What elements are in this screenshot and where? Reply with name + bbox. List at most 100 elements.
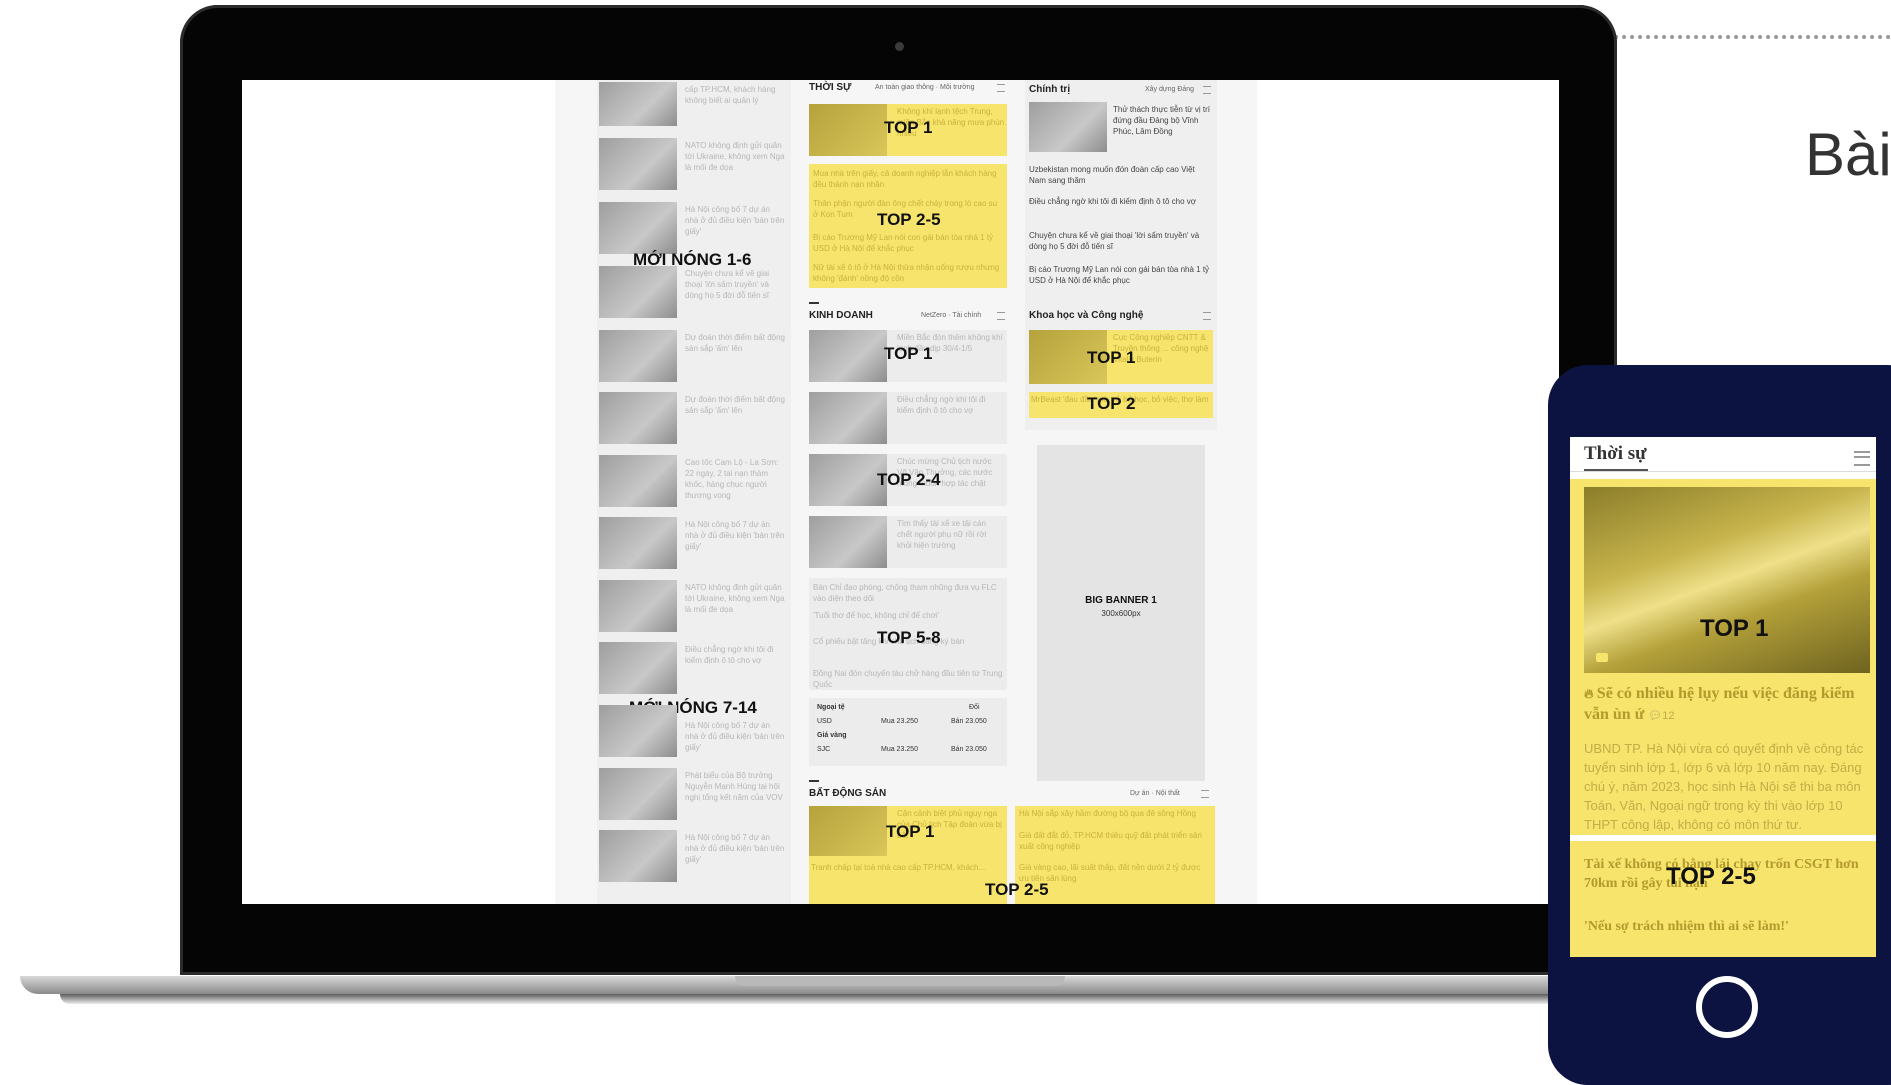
- article-title[interactable]: Điều chẳng ngờ khi tôi đi kiếm định ô tô…: [685, 644, 785, 666]
- lead-image[interactable]: [1584, 487, 1870, 673]
- phone-separator: [1570, 835, 1876, 841]
- article-thumbnail[interactable]: [809, 806, 887, 856]
- side-heading: Bài: [1805, 121, 1891, 188]
- fire-icon: 🔥︎: [1584, 686, 1597, 701]
- article-title[interactable]: Hà Nội công bố 7 dự án nhà ở đủ điều kiệ…: [685, 832, 785, 865]
- header-divider: [1570, 471, 1876, 472]
- fx-switch-button[interactable]: Đổi: [969, 704, 980, 711]
- top25-label: TOP 2-5: [877, 210, 941, 229]
- top1-label: TOP 1: [884, 344, 933, 363]
- top1-label: TOP 1: [1700, 615, 1769, 642]
- article-title[interactable]: Hà Nội công bố 7 dự án nhà ở đủ điều kiệ…: [685, 519, 785, 552]
- article-title[interactable]: Phát biểu của Bộ trưởng Nguyễn Mạnh Hùng…: [685, 770, 785, 803]
- gold-sell: Bán 23.050: [951, 746, 987, 753]
- menu-icon[interactable]: [1201, 790, 1209, 798]
- article-title[interactable]: Thử thách thực tiễn từ vị trí đứng đầu Đ…: [1113, 104, 1213, 137]
- article-title[interactable]: Đồng Nai đón chuyến tàu chở hàng đầu tiê…: [813, 668, 1003, 690]
- menu-icon[interactable]: [1203, 86, 1211, 94]
- menu-icon[interactable]: [1203, 312, 1211, 320]
- article-title[interactable]: Chuyện chưa kể về giai thoại 'lời sấm tr…: [685, 268, 785, 301]
- laptop-base-shadow: [60, 994, 1720, 1004]
- article-title[interactable]: Cao tốc Cam Lộ - La Sơn: 22 ngày, 2 tai …: [685, 457, 785, 501]
- article-title[interactable]: Bị cáo Trương Mỹ Lan nói con gái bán tòa…: [1029, 264, 1213, 286]
- article-thumbnail[interactable]: [809, 330, 887, 382]
- article-thumbnail[interactable]: [599, 266, 677, 318]
- article-title[interactable]: Hà Nội công bố 7 dự án nhà ở đủ điều kiệ…: [685, 204, 785, 237]
- article-thumbnail[interactable]: [599, 392, 677, 444]
- camera-icon: [1596, 653, 1608, 662]
- fx-currency: USD: [817, 718, 832, 725]
- menu-icon[interactable]: [1854, 451, 1870, 466]
- top1-label: TOP 1: [884, 118, 933, 137]
- section-subnav[interactable]: NetZero · Tài chính: [921, 312, 981, 319]
- article-title[interactable]: Điều chẳng ngờ khi tôi đi kiểm định ô tô…: [897, 394, 1003, 416]
- top58-label: TOP 5-8: [877, 628, 941, 647]
- gold-buy: Mua 23.250: [881, 746, 918, 753]
- article-title[interactable]: Điều chẳng ngờ khi tôi đi kiếm định ô tô…: [1029, 196, 1213, 207]
- article-thumbnail[interactable]: [599, 138, 677, 190]
- article-thumbnail[interactable]: [809, 454, 887, 506]
- section-divider: [809, 780, 819, 782]
- phone-section-title[interactable]: Thời sự: [1584, 443, 1647, 465]
- article-title[interactable]: Uzbekistan mong muốn đón đoàn cấp cao Vi…: [1029, 164, 1213, 186]
- moi-nong-1-6-label: MỚI NÓNG 1-6: [633, 250, 752, 269]
- article-title[interactable]: NATO không định gửi quân tới Ukraine, kh…: [685, 140, 785, 173]
- article-title[interactable]: Bị cáo Trương Mỹ Lan nói con gái bán tòa…: [813, 232, 1003, 254]
- article-thumbnail[interactable]: [599, 580, 677, 632]
- article-thumbnail[interactable]: [599, 517, 677, 569]
- article-title[interactable]: Giá đất đắt đỏ, TP.HCM thiếu quỹ đất phá…: [1019, 830, 1211, 852]
- top24-label: TOP 2-4: [877, 470, 941, 489]
- article-title[interactable]: 'Tuổi thơ để học, không chỉ để chơi': [813, 610, 1003, 621]
- article-title[interactable]: Dự đoán thời điểm bất động sản sắp 'ấm' …: [685, 332, 785, 354]
- section-subnav[interactable]: An toàn giao thông · Môi trường: [875, 84, 975, 91]
- article-title[interactable]: Hà Nội sắp xây hầm đường bộ qua đê sông …: [1019, 808, 1211, 819]
- article-thumbnail[interactable]: [599, 830, 677, 882]
- article-title[interactable]: cấp TP.HCM, khách hàng không biết ai quả…: [685, 84, 785, 106]
- gold-type: SJC: [817, 746, 831, 753]
- top25-label: TOP 2-5: [1666, 863, 1756, 890]
- article-thumbnail[interactable]: [599, 768, 677, 820]
- section-subnav[interactable]: Dự án · Nội thất: [1130, 790, 1180, 797]
- article-thumbnail[interactable]: [599, 642, 677, 694]
- article-thumbnail[interactable]: [599, 455, 677, 507]
- article-thumbnail[interactable]: [809, 392, 887, 444]
- top1-label: TOP 1: [1087, 348, 1136, 367]
- top25-label: TOP 2-5: [985, 880, 1049, 899]
- article-thumbnail[interactable]: [599, 705, 677, 757]
- article-title[interactable]: Hà Nội công bố 7 dự án nhà ở đủ điều kiệ…: [685, 720, 785, 753]
- menu-icon[interactable]: [997, 84, 1005, 92]
- lead-summary: UBND TP. Hà Nội vừa có quyết định về côn…: [1584, 741, 1864, 831]
- section-title-batdongsan[interactable]: BẤT ĐỘNG SẢN: [809, 788, 886, 799]
- article-title[interactable]: Tranh chấp tại toà nhà cao cấp TP.HCM, k…: [811, 862, 1001, 873]
- article-title[interactable]: Mua nhà trên giấy, cả doanh nghiệp lẫn k…: [813, 168, 1003, 190]
- article-title[interactable]: 'Nếu sợ trách nhiệm thì ai sẽ làm!': [1584, 917, 1870, 936]
- lead-headline-text[interactable]: Sẽ có nhiều hệ lụy nếu việc đăng kiểm vẫ…: [1584, 685, 1855, 723]
- article-thumbnail[interactable]: [1029, 102, 1107, 152]
- big-banner-placeholder[interactable]: BIG BANNER 1 300x600px: [1037, 445, 1205, 781]
- article-thumbnail[interactable]: [599, 82, 677, 126]
- section-title-thoisu[interactable]: THỜI SỰ: [809, 82, 851, 93]
- lead-headline[interactable]: 🔥︎ Sẽ có nhiều hệ lụy nếu việc đăng kiểm…: [1584, 683, 1870, 727]
- news-column: THỜI SỰ An toàn giao thông · Môi trường …: [809, 80, 1009, 904]
- article-thumbnail[interactable]: [809, 104, 887, 156]
- article-title[interactable]: NATO không định gửi quân tới Ukraine, kh…: [685, 582, 785, 615]
- article-thumbnail[interactable]: [809, 516, 887, 568]
- section-subnav[interactable]: Xây dựng Đảng: [1145, 86, 1194, 93]
- article-thumbnail[interactable]: [599, 202, 677, 254]
- home-button[interactable]: [1696, 976, 1758, 1038]
- article-title[interactable]: Nữ tài xế ô tô ở Hà Nội thừa nhận uống r…: [813, 262, 1003, 284]
- section-title-kinhdoanh[interactable]: KINH DOANH: [809, 310, 873, 321]
- section-title-chinhtri[interactable]: Chính trị: [1029, 84, 1070, 95]
- article-title[interactable]: Bàn Chỉ đạo phòng, chống tham nhũng đưa …: [813, 582, 1003, 604]
- comment-count: 12: [1662, 710, 1675, 722]
- article-title[interactable]: Dự đoán thời điểm bất động sản sắp 'ấm' …: [685, 394, 785, 416]
- section-title-khcn[interactable]: Khoa học và Công nghệ: [1029, 310, 1143, 321]
- banner-size: 300x600px: [1101, 609, 1141, 618]
- fx-sell: Bán 23.050: [951, 718, 987, 725]
- laptop-notch: [735, 976, 1065, 986]
- menu-icon[interactable]: [997, 312, 1005, 320]
- article-title[interactable]: Tìm thấy tài xế xe tải cán chết người ph…: [897, 518, 1003, 551]
- article-thumbnail[interactable]: [599, 330, 677, 382]
- article-title[interactable]: Chuyện chưa kể về giai thoại 'lời sấm tr…: [1029, 230, 1213, 252]
- phone-screen: Thời sự TOP 1 🔥︎ Sẽ có nhiều hệ lụy nếu …: [1570, 437, 1876, 957]
